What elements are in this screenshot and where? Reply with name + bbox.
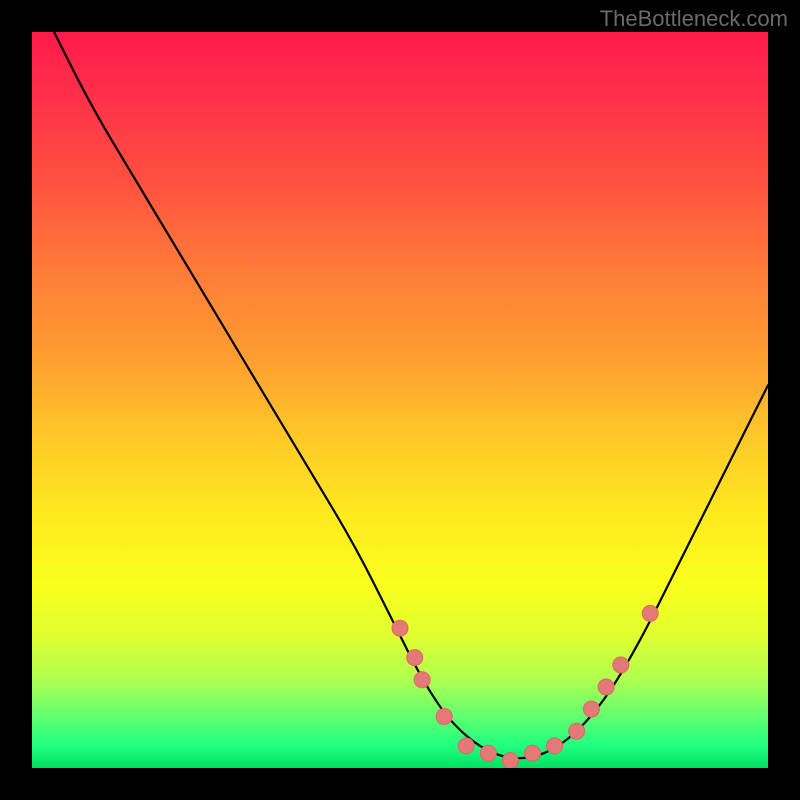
data-points-group <box>392 605 658 768</box>
data-point <box>392 620 408 636</box>
data-point <box>613 657 629 673</box>
data-point <box>525 745 541 761</box>
data-point <box>458 738 474 754</box>
data-point <box>583 701 599 717</box>
chart-svg <box>32 32 768 768</box>
data-point <box>598 679 614 695</box>
curve-line <box>54 32 768 758</box>
chart-plot-area <box>32 32 768 768</box>
data-point <box>436 709 452 725</box>
data-point <box>642 605 658 621</box>
data-point <box>569 723 585 739</box>
data-point <box>414 672 430 688</box>
data-point <box>480 745 496 761</box>
data-point <box>502 753 518 768</box>
data-point <box>547 738 563 754</box>
data-point <box>407 650 423 666</box>
watermark-text: TheBottleneck.com <box>600 6 788 32</box>
